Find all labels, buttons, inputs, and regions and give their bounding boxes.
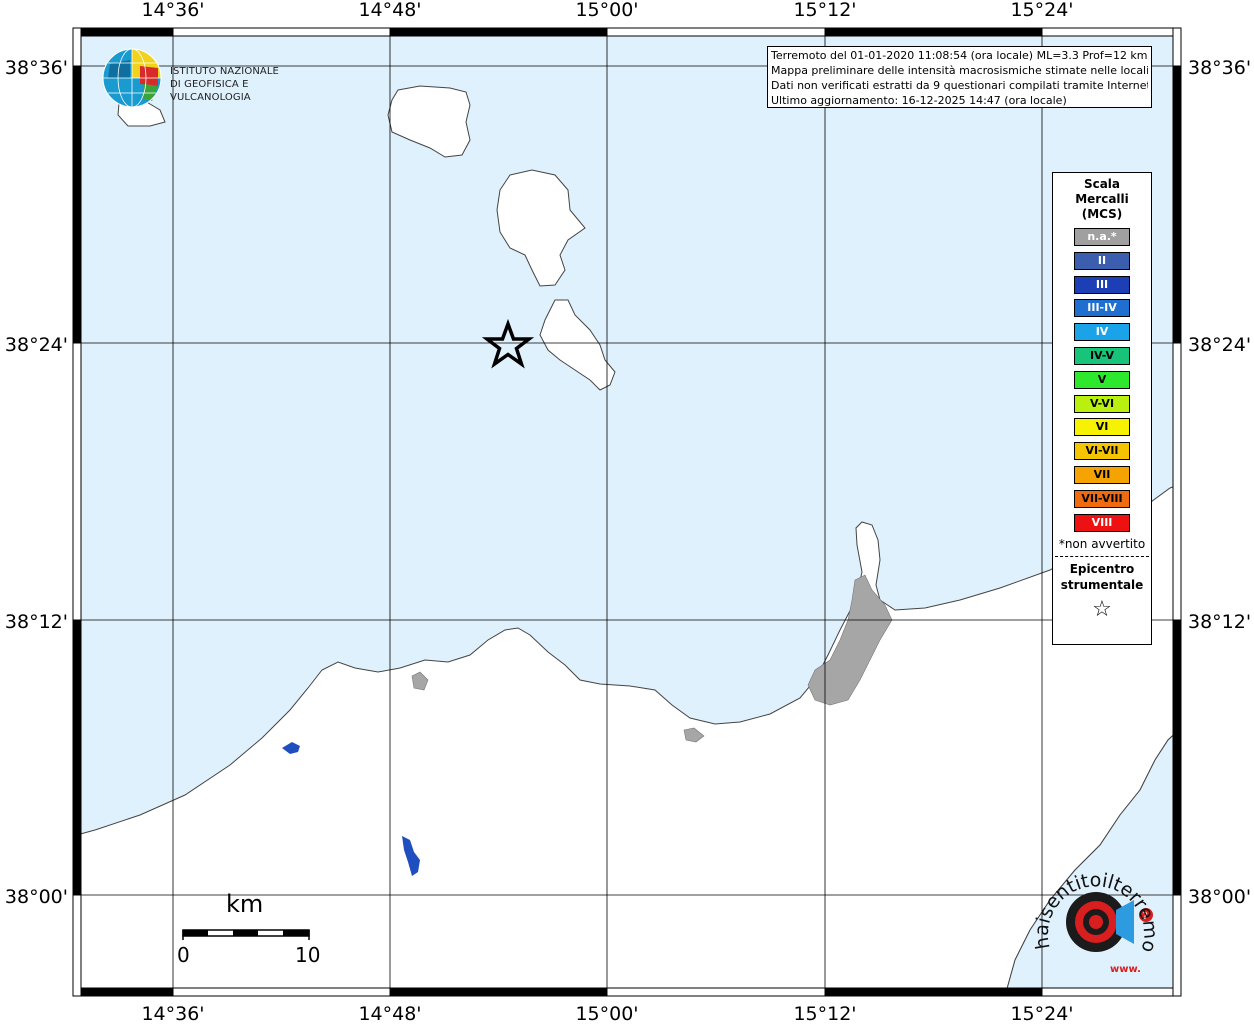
frame-segment bbox=[824, 987, 1043, 997]
frame-segment bbox=[1172, 619, 1182, 896]
frame-segment bbox=[172, 987, 391, 997]
legend-item-v-vi: V-VI bbox=[1074, 394, 1130, 413]
right-label-1: 38°36' bbox=[1188, 57, 1251, 79]
mcs-legend: Scala Mercalli (MCS) n.a.* II III III-IV IV I… bbox=[1052, 172, 1152, 645]
legend-item-iv: IV bbox=[1074, 323, 1130, 342]
scale-min-label: 0 bbox=[177, 943, 190, 967]
frame-segment bbox=[1041, 987, 1182, 997]
legend-title-line1: Scala bbox=[1083, 177, 1121, 191]
event-info-line3: Dati non verificati estratti da 9 questi… bbox=[771, 79, 1148, 92]
legend-item-vi: VI bbox=[1074, 418, 1130, 437]
frame-segment bbox=[1172, 65, 1182, 344]
ingv-logo: ISTITUTO NAZIONALE DI GEOFISICA E VULCAN… bbox=[100, 46, 320, 110]
event-info-line2: Mappa preliminare delle intensità macros… bbox=[771, 64, 1148, 77]
frame-segment bbox=[389, 987, 608, 997]
legend-title: Scala Mercalli (MCS) bbox=[1053, 177, 1151, 222]
legend-item-vii-viii: VII-VIII bbox=[1074, 489, 1130, 508]
frame-segment bbox=[72, 27, 174, 37]
scale-bar: km 0 10 bbox=[170, 888, 340, 973]
frame-segment bbox=[1041, 27, 1182, 37]
bottom-label-5: 15°24' bbox=[1010, 1003, 1073, 1024]
frame-segment bbox=[824, 27, 1043, 37]
legend-separator bbox=[1055, 556, 1149, 558]
frame-segment bbox=[72, 65, 82, 344]
legend-item-v: V bbox=[1074, 370, 1130, 389]
right-label-2: 38°24' bbox=[1188, 334, 1251, 356]
frame-segment bbox=[1172, 342, 1182, 621]
legend-item-vi-vii: VI-VII bbox=[1074, 442, 1130, 461]
top-label-1: 14°36' bbox=[141, 0, 204, 21]
legend-item-ii: II bbox=[1074, 251, 1130, 270]
globe-icon bbox=[102, 48, 162, 108]
legend-title-line3: (MCS) bbox=[1081, 207, 1123, 221]
legend-item-vii: VII bbox=[1074, 465, 1130, 484]
bottom-label-2: 14°48' bbox=[358, 1003, 421, 1024]
frame-segment bbox=[72, 342, 82, 621]
frame-segment bbox=[72, 619, 82, 896]
top-label-2: 14°48' bbox=[358, 0, 421, 21]
hsl-logo: ? haisentitoilterremoto.it www. bbox=[1024, 843, 1165, 980]
legend-item-iv-v: IV-V bbox=[1074, 346, 1130, 365]
event-info-line1: Terremoto del 01-01-2020 11:08:54 (ora l… bbox=[771, 49, 1148, 62]
right-label-3: 38°12' bbox=[1188, 611, 1251, 633]
hsl-logo-prefix: www. bbox=[1110, 964, 1141, 975]
top-label-3: 15°00' bbox=[575, 0, 638, 21]
frame-segment bbox=[72, 987, 174, 997]
frame-segment bbox=[1172, 894, 1182, 997]
bottom-label-3: 15°00' bbox=[575, 1003, 638, 1024]
bottom-label-1: 14°36' bbox=[141, 1003, 204, 1024]
event-info-line4: Ultimo aggiornamento: 16-12-2025 14:47 (… bbox=[771, 94, 1067, 107]
frame-segment bbox=[606, 27, 826, 37]
legend-epicentre-line1: Epicentro bbox=[1069, 562, 1135, 577]
legend-item-iii-iv: III-IV bbox=[1074, 299, 1130, 318]
frame-segment bbox=[606, 987, 826, 997]
ingv-name-line2: DI GEOFISICA E VULCANOLOGIA bbox=[170, 79, 251, 103]
event-info-box: Terremoto del 01-01-2020 11:08:54 (ora l… bbox=[767, 46, 1152, 108]
legend-item-n-a-: n.a.* bbox=[1074, 228, 1130, 246]
left-label-4: 38°00' bbox=[5, 886, 68, 908]
frame-segment bbox=[72, 27, 82, 67]
legend-items: n.a.* II III III-IV IV IV-V V V-VI VI VI-VII VII VI… bbox=[1053, 228, 1151, 532]
bottom-label-4: 15°12' bbox=[793, 1003, 856, 1024]
legend-epicentre-line2: strumentale bbox=[1060, 578, 1144, 593]
legend-star-icon: ☆ bbox=[1092, 597, 1112, 623]
frame-segment bbox=[72, 894, 82, 997]
frame-segment bbox=[389, 27, 608, 37]
legend-item-viii: VIII bbox=[1074, 513, 1130, 532]
frame-segment bbox=[172, 27, 391, 37]
legend-title-line2: Mercalli bbox=[1075, 192, 1129, 206]
ingv-name-line1: ISTITUTO NAZIONALE bbox=[170, 66, 279, 77]
frame-segment bbox=[1172, 27, 1182, 67]
left-label-3: 38°12' bbox=[5, 611, 68, 633]
legend-note: *non avvertito bbox=[1058, 537, 1146, 552]
scale-max-label: 10 bbox=[295, 943, 321, 967]
top-label-4: 15°12' bbox=[793, 0, 856, 21]
right-label-4: 38°00' bbox=[1188, 886, 1251, 908]
left-label-2: 38°24' bbox=[5, 334, 68, 356]
top-label-5: 15°24' bbox=[1010, 0, 1073, 21]
left-label-1: 38°36' bbox=[5, 57, 68, 79]
legend-item-iii: III bbox=[1074, 275, 1130, 294]
legend-epicentre-label: Epicentro strumentale bbox=[1053, 561, 1151, 593]
hsl-logo-icon: ? haisentitoilterremoto.it www. bbox=[1024, 843, 1161, 975]
